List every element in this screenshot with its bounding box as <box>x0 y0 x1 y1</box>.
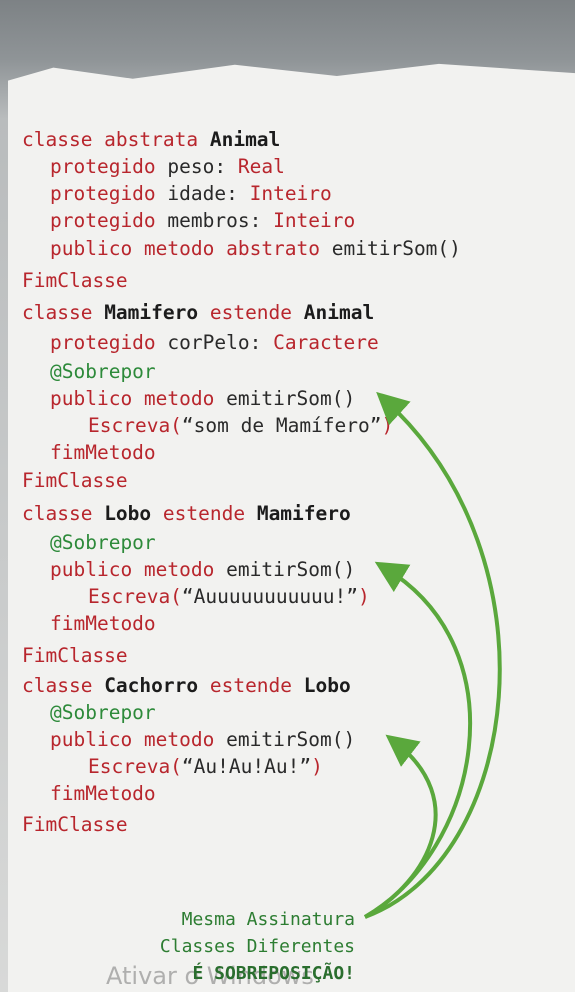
note-same-signature: Mesma Assinatura <box>181 909 355 930</box>
arrow-to-cachorro-method <box>364 734 438 919</box>
note-different-classes: Classes Diferentes <box>159 936 355 957</box>
arrow-to-lobo-method <box>363 561 473 919</box>
note-overriding: É SOBREPOSIÇÃO! <box>192 963 355 984</box>
override-arrows <box>363 391 502 919</box>
